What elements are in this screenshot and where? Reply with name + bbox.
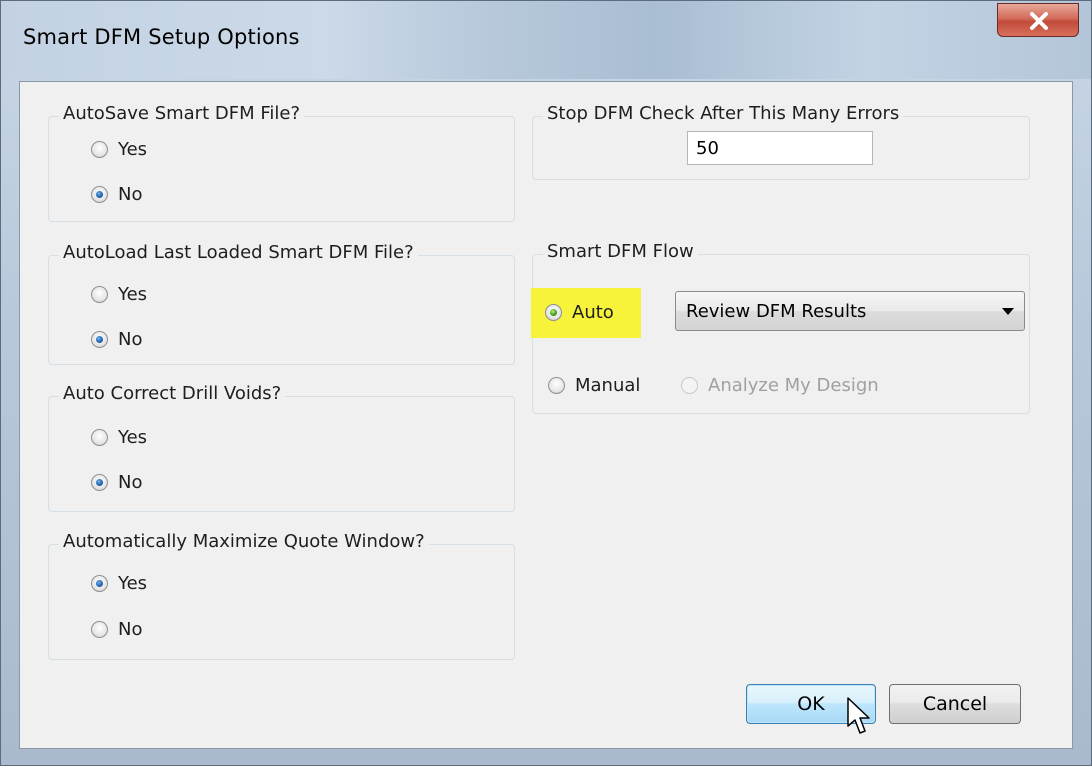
radio-label: No <box>118 329 143 350</box>
max-errors-input[interactable]: 50 <box>687 131 873 165</box>
radio-label: Yes <box>118 573 148 594</box>
radio-label: Analyze My Design <box>708 375 879 396</box>
analyze-design-radio[interactable]: Analyze My Design <box>681 375 879 396</box>
radio-button-icon <box>548 377 565 394</box>
flow-auto-radio[interactable]: Auto <box>545 302 614 323</box>
dfm-flow-group-label: Smart DFM Flow <box>543 241 698 262</box>
flow-auto-select[interactable]: Review DFM Results <box>675 291 1025 331</box>
autoload-group-label: AutoLoad Last Loaded Smart DFM File? <box>59 242 418 263</box>
drill-voids-no-radio[interactable]: No <box>91 472 142 493</box>
maximize-quote-no-radio[interactable]: No <box>91 619 142 640</box>
maximize-quote-group-label: Automatically Maximize Quote Window? <box>59 531 429 552</box>
drill-voids-yes-radio[interactable]: Yes <box>91 427 147 448</box>
radio-button-checked-icon <box>91 575 108 592</box>
radio-label: No <box>118 184 143 205</box>
flow-manual-radio[interactable]: Manual <box>548 375 640 396</box>
radio-label: Manual <box>575 375 641 396</box>
radio-button-disabled-icon <box>681 377 698 394</box>
autosave-group: AutoSave Smart DFM File? <box>48 103 515 222</box>
radio-label: No <box>118 619 143 640</box>
close-x-icon <box>1030 12 1048 30</box>
radio-button-checked-icon <box>545 304 562 321</box>
autoload-yes-radio[interactable]: Yes <box>91 284 147 305</box>
radio-label: Yes <box>118 139 148 160</box>
maximize-quote-yes-radio[interactable]: Yes <box>91 573 147 594</box>
maximize-quote-group: Automatically Maximize Quote Window? <box>48 531 515 660</box>
radio-button-icon <box>91 286 108 303</box>
drill-voids-group: Auto Correct Drill Voids? <box>48 383 515 512</box>
radio-button-checked-icon <box>91 474 108 491</box>
radio-label: Auto <box>572 302 614 323</box>
autosave-no-radio[interactable]: No <box>91 184 142 205</box>
drill-voids-group-label: Auto Correct Drill Voids? <box>59 383 286 404</box>
cancel-button[interactable]: Cancel <box>889 684 1021 724</box>
radio-label: Yes <box>118 427 148 448</box>
radio-button-checked-icon <box>91 331 108 348</box>
radio-label: No <box>118 472 143 493</box>
radio-label: Yes <box>118 284 148 305</box>
title-bar[interactable]: Smart DFM Setup Options <box>1 1 1091 79</box>
stop-errors-group-label: Stop DFM Check After This Many Errors <box>543 103 904 124</box>
autoload-no-radio[interactable]: No <box>91 329 142 350</box>
radio-button-icon <box>91 621 108 638</box>
dialog-window: Smart DFM Setup Options AutoSave Smart D… <box>0 0 1092 766</box>
radio-button-checked-icon <box>91 186 108 203</box>
close-button[interactable] <box>997 3 1079 37</box>
chevron-down-icon <box>1002 308 1014 315</box>
radio-button-icon <box>91 141 108 158</box>
autosave-group-label: AutoSave Smart DFM File? <box>59 103 305 124</box>
autosave-yes-radio[interactable]: Yes <box>91 139 147 160</box>
window-title: Smart DFM Setup Options <box>23 25 300 49</box>
mouse-cursor-icon <box>847 697 870 734</box>
radio-button-icon <box>91 429 108 446</box>
select-value: Review DFM Results <box>686 301 867 322</box>
